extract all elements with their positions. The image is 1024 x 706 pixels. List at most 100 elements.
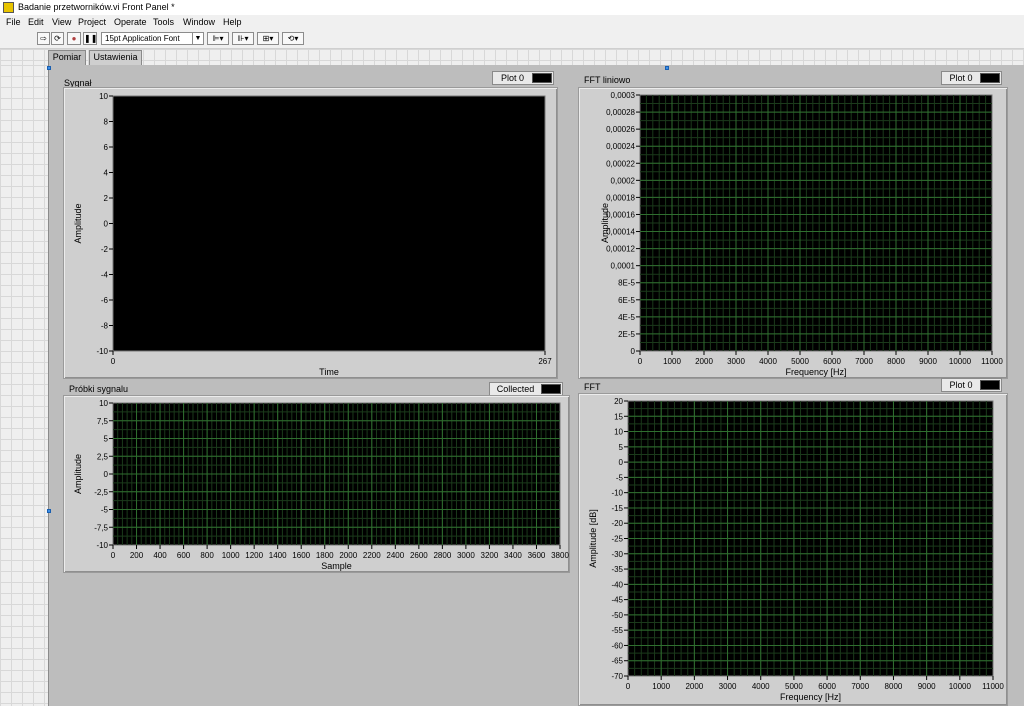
y-axis-label: Amplitude (600, 203, 610, 243)
plot-legend-probki[interactable]: Collected (489, 382, 563, 396)
window-title: Badanie przetworników.vi Front Panel * (18, 2, 175, 12)
x-tick-label: 10000 (949, 357, 972, 366)
y-tick-label: -4 (101, 271, 109, 280)
y-tick-label: 0,00016 (606, 210, 635, 219)
abort-icon[interactable]: ● (67, 32, 81, 45)
x-tick-label: 3000 (457, 551, 475, 560)
menu-tools[interactable]: Tools (153, 17, 174, 27)
y-tick-label: -40 (611, 580, 623, 589)
x-tick-label: 3600 (528, 551, 546, 560)
x-tick-label: 0 (111, 357, 116, 366)
y-tick-label: 6E-5 (618, 296, 635, 305)
y-tick-label: 7,5 (97, 417, 109, 426)
menu-project[interactable]: Project (78, 17, 106, 27)
font-selector[interactable]: 15pt Application Font ▼ (101, 32, 204, 45)
x-tick-label: 2400 (386, 551, 404, 560)
x-tick-label: 2600 (410, 551, 428, 560)
y-tick-label: 5 (104, 435, 109, 444)
plot-legend-sygnal[interactable]: Plot 0 (492, 71, 554, 85)
tab-ustawienia[interactable]: Ustawienia (89, 50, 142, 65)
x-tick-label: 2000 (695, 357, 713, 366)
plot-legend-fft[interactable]: Plot 0 (941, 378, 1002, 392)
y-tick-label: 5 (619, 443, 624, 452)
y-axis-label: Amplitude (73, 203, 83, 243)
x-tick-label: 9000 (918, 682, 936, 691)
y-tick-label: -45 (611, 596, 623, 605)
menu-edit[interactable]: Edit (28, 17, 44, 27)
y-axis-label: Amplitude [dB] (588, 509, 598, 568)
menu-view[interactable]: View (52, 17, 71, 27)
x-tick-label: 267 (538, 357, 552, 366)
menu-operate[interactable]: Operate (114, 17, 147, 27)
x-tick-label: 3400 (504, 551, 522, 560)
x-axis-label: Frequency [Hz] (780, 692, 841, 702)
toolbar: ⇨ ⟳ ● ❚❚ 15pt Application Font ▼ ⊫▾ ⊪▾ ⊞… (0, 30, 1024, 49)
x-tick-label: 2000 (339, 551, 357, 560)
x-tick-label: 0 (111, 551, 116, 560)
x-tick-label: 600 (177, 551, 191, 560)
y-tick-label: -2,5 (94, 488, 108, 497)
y-tick-label: -30 (611, 550, 623, 559)
distribute-objects-icon[interactable]: ⊪▾ (232, 32, 254, 45)
x-tick-label: 1000 (663, 357, 681, 366)
y-tick-label: -2 (101, 245, 109, 254)
x-axis-label: Frequency [Hz] (785, 367, 846, 377)
selection-handle[interactable] (47, 509, 51, 513)
x-tick-label: 11000 (982, 682, 1004, 691)
graph-label-probki: Próbki sygnalu (69, 384, 129, 394)
x-tick-label: 10000 (949, 682, 972, 691)
x-tick-label: 200 (130, 551, 144, 560)
y-tick-label: 10 (99, 92, 108, 101)
tab-pomiar[interactable]: Pomiar (48, 50, 86, 65)
reorder-icon[interactable]: ⟲▾ (282, 32, 304, 45)
y-tick-label: -65 (611, 657, 623, 666)
x-tick-label: 1800 (316, 551, 334, 560)
plot-area (112, 95, 546, 352)
y-tick-label: -60 (611, 641, 623, 650)
run-continuously-icon[interactable]: ⟳ (51, 32, 64, 45)
x-tick-label: 0 (626, 682, 631, 691)
chevron-down-icon: ▼ (192, 33, 203, 44)
y-tick-label: -70 (611, 672, 623, 681)
x-tick-label: 6000 (818, 682, 836, 691)
plot-legend-fft-liniowo[interactable]: Plot 0 (941, 71, 1002, 85)
y-tick-label: 0,00028 (606, 108, 635, 117)
x-tick-label: 400 (153, 551, 167, 560)
y-tick-label: 0 (104, 220, 109, 229)
align-objects-icon[interactable]: ⊫▾ (207, 32, 229, 45)
x-tick-label: 3200 (481, 551, 499, 560)
menu-help[interactable]: Help (223, 17, 242, 27)
panel-grid-top (0, 49, 1024, 65)
legend-label: Plot 0 (949, 380, 973, 390)
x-tick-label: 1400 (269, 551, 287, 560)
y-tick-label: -55 (611, 626, 623, 635)
y-tick-label: -15 (611, 504, 623, 513)
pause-icon[interactable]: ❚❚ (83, 32, 97, 45)
x-tick-label: 1600 (292, 551, 310, 560)
x-tick-label: 9000 (919, 357, 937, 366)
x-tick-label: 8000 (887, 357, 905, 366)
resize-objects-icon[interactable]: ⊞▾ (257, 32, 279, 45)
menu-file[interactable]: File (6, 17, 21, 27)
labview-app-icon (3, 2, 14, 13)
y-tick-label: -5 (616, 473, 624, 482)
y-tick-label: 4E-5 (618, 313, 635, 322)
graph-label-fft-liniowo: FFT liniowo (584, 75, 631, 85)
selection-handle[interactable] (47, 66, 51, 70)
y-tick-label: 2 (104, 194, 109, 203)
x-tick-label: 3000 (719, 682, 737, 691)
font-selector-value: 15pt Application Font (105, 34, 180, 43)
menu-window[interactable]: Window (183, 17, 215, 27)
waveform-graph-fft[interactable]: 20 15 10 5 0 -5 -10 -15 -20 -25 -30 -35 -40 -45 -50 -55… (578, 393, 1008, 706)
run-arrow-icon[interactable]: ⇨ (37, 32, 50, 45)
y-tick-label: 6 (104, 143, 109, 152)
y-tick-label: 10 (614, 428, 623, 437)
y-tick-label: -10 (96, 541, 108, 550)
y-tick-label: -5 (101, 506, 109, 515)
waveform-graph-fft-liniowo[interactable]: 0,0003 0,00028 0,00026 0,00024 0,00022 0,0002… (578, 87, 1008, 379)
selection-handle[interactable] (665, 66, 669, 70)
waveform-graph-sygnal[interactable]: 1086420-2-4-6-8-100 267TimeAmplitude (63, 87, 558, 379)
y-tick-label: -10 (96, 347, 108, 356)
y-tick-label: -25 (611, 535, 623, 544)
waveform-graph-probki[interactable]: 107,552,50-2,5-5-7,5-100 200 400 600 800 1000… (63, 395, 570, 573)
